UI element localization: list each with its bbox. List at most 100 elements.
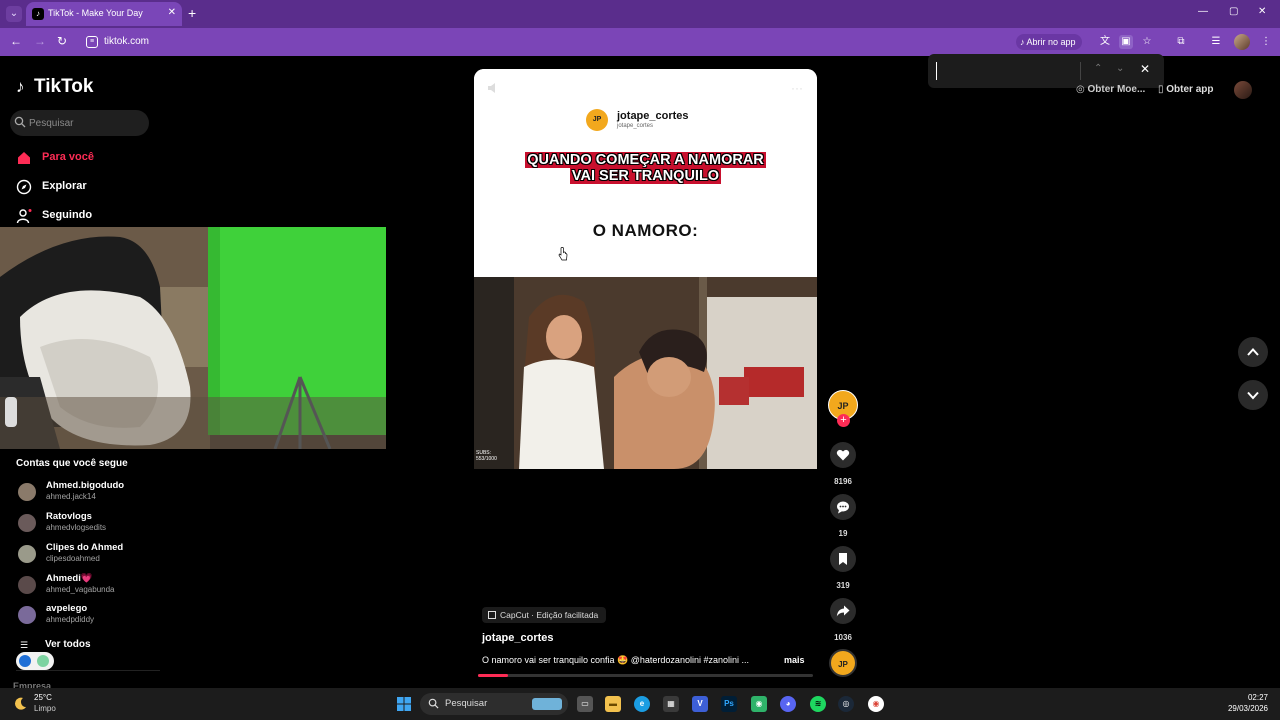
follow-plus-icon[interactable]: + <box>837 414 850 427</box>
video-channel-name: jotape_cortes <box>617 110 689 122</box>
file-explorer-icon[interactable]: ▬ <box>605 696 621 712</box>
search-input[interactable] <box>29 113 139 133</box>
video-text-area: ··· JP jotape_cortes jotape_cortes QUAND… <box>474 69 817 277</box>
channel-logo: JP <box>586 109 608 131</box>
find-input[interactable] <box>936 62 1078 80</box>
windows-start-icon[interactable] <box>397 697 411 711</box>
tab-tiktok[interactable]: ♪ TikTok - Make Your Day ✕ <box>26 2 182 26</box>
video-heading: O NAMORO: <box>592 221 699 240</box>
bookmark-star-icon[interactable]: ☆ <box>1140 35 1154 49</box>
account-item[interactable]: avpelego ahmedpdiddy <box>16 602 196 628</box>
task-view-icon[interactable]: ▭ <box>577 696 593 712</box>
game-app-icon[interactable]: ◉ <box>751 696 767 712</box>
site-info-icon[interactable]: ≡ <box>86 36 98 48</box>
address-bar[interactable]: tiktok.com <box>104 36 149 47</box>
account-item[interactable]: Ratovlogs ahmedvlogsedits <box>16 510 196 536</box>
store-icon[interactable]: ▦ <box>663 696 679 712</box>
taskbar-search-label: Pesquisar <box>445 698 488 709</box>
account-item[interactable]: Ahmedi💗 ahmed_vagabunda <box>16 572 196 598</box>
vegas-icon[interactable]: V <box>692 696 708 712</box>
nav-following-label: Seguindo <box>42 209 93 221</box>
tab-close-icon[interactable]: ✕ <box>168 7 176 18</box>
music-disc-avatar[interactable]: JP <box>829 649 857 677</box>
heart-badge-icon: 💗 <box>80 573 93 584</box>
account-handle: clipesdoahmed <box>46 554 100 563</box>
browser-profile-avatar[interactable] <box>1234 34 1250 50</box>
search-icon <box>428 698 439 709</box>
restore-icon[interactable]: ▢ <box>1229 6 1238 17</box>
reload-icon[interactable]: ↻ <box>57 34 67 48</box>
clock-date[interactable]: 29/03/2026 <box>1222 704 1268 713</box>
user-avatar[interactable] <box>1234 81 1252 99</box>
more-options-icon[interactable]: ··· <box>791 81 803 95</box>
find-next-icon[interactable]: ⌄ <box>1116 63 1124 74</box>
window-close-icon[interactable]: ✕ <box>1258 6 1266 17</box>
find-previous-icon[interactable]: ⌃ <box>1094 63 1102 74</box>
translate-icon[interactable]: 文 <box>1098 35 1112 49</box>
subs-counter: SUBS: 553/1000 <box>476 450 497 462</box>
get-app-button[interactable]: ▯ Obter app <box>1158 84 1214 95</box>
list-icon: ☰ <box>20 640 29 650</box>
browser-menu-icon[interactable]: ⋮ <box>1259 35 1273 49</box>
chrome-icon[interactable]: ◉ <box>868 696 884 712</box>
save-button[interactable] <box>830 546 856 572</box>
tab-search-icon[interactable]: ⌄ <box>6 6 22 22</box>
video-progress-fill <box>478 674 509 677</box>
find-close-icon[interactable]: ✕ <box>1140 62 1150 76</box>
tiktok-logo[interactable]: ♪ TikTok <box>16 76 93 98</box>
tiktok-favicon-icon: ♪ <box>32 8 44 20</box>
clock-time[interactable]: 02:27 <box>1240 693 1268 702</box>
weather-condition: Limpo <box>34 704 56 713</box>
minimize-icon[interactable]: — <box>1198 6 1208 17</box>
photoshop-icon[interactable]: Ps <box>721 696 737 712</box>
more-button[interactable]: mais <box>784 655 805 665</box>
account-name: Ratovlogs <box>46 511 92 522</box>
edge-icon[interactable]: e <box>634 696 650 712</box>
find-separator <box>1080 62 1081 80</box>
search-highlight-image <box>532 698 562 710</box>
tiktok-note-icon: ♪ <box>16 77 25 96</box>
bookmark-icon <box>839 553 847 565</box>
share-count: 1036 <box>834 633 852 642</box>
back-icon[interactable]: ← <box>10 34 22 48</box>
extension-widget[interactable] <box>16 652 54 670</box>
find-in-page-bar: ⌃ ⌄ ✕ <box>928 54 1164 88</box>
share-button[interactable] <box>830 598 856 624</box>
comment-count: 19 <box>838 529 848 538</box>
account-item[interactable]: Ahmed.bigodudo ahmed.jack14 <box>16 479 196 505</box>
mouse-cursor-icon <box>558 247 568 261</box>
play-extension-icon <box>19 655 31 667</box>
chevron-up-icon <box>1247 348 1259 356</box>
search-bar[interactable] <box>10 110 149 136</box>
forward-icon[interactable]: → <box>34 34 46 48</box>
moon-weather-icon[interactable] <box>12 696 28 712</box>
open-in-app-button[interactable]: ♪ Abrir no app <box>1016 34 1082 50</box>
video-player[interactable]: ··· JP jotape_cortes jotape_cortes QUAND… <box>474 69 817 469</box>
avatar <box>18 576 36 594</box>
discord-icon[interactable]: ◕ <box>780 696 796 712</box>
taskbar-search[interactable]: Pesquisar <box>420 693 568 715</box>
capcut-badge[interactable]: CapCut · Edição facilitada <box>482 607 607 623</box>
account-item[interactable]: Clipes do Ahmed clipesdoahmed <box>16 541 196 567</box>
browser-tab-bar: ⌄ ♪ TikTok - Make Your Day ✕ + — ▢ ✕ <box>0 0 1280 28</box>
capcut-icon <box>488 611 496 619</box>
mute-icon[interactable] <box>486 81 500 95</box>
steam-icon[interactable]: ◎ <box>838 696 854 712</box>
previous-video-button[interactable] <box>1238 337 1268 367</box>
like-button[interactable] <box>830 442 856 468</box>
extension-active-icon[interactable]: ▣ <box>1119 35 1133 49</box>
video-author[interactable]: jotape_cortes <box>482 632 554 644</box>
account-name: Clipes do Ahmed <box>46 542 124 553</box>
new-tab-icon[interactable]: + <box>188 5 196 21</box>
comment-button[interactable] <box>830 494 856 520</box>
webcam-overlay <box>0 227 386 449</box>
like-count: 8196 <box>834 477 852 486</box>
chevron-down-icon <box>1247 391 1259 400</box>
tab-groups-icon[interactable]: ☰ <box>1209 35 1223 49</box>
share-icon <box>836 605 850 617</box>
next-video-button[interactable] <box>1238 380 1268 410</box>
video-progress-bar[interactable] <box>478 674 813 677</box>
get-coins-button[interactable]: ◎ Obter Moe... <box>1076 84 1145 95</box>
extensions-icon[interactable]: ⧉ <box>1174 35 1188 49</box>
spotify-icon[interactable]: ≋ <box>810 696 826 712</box>
